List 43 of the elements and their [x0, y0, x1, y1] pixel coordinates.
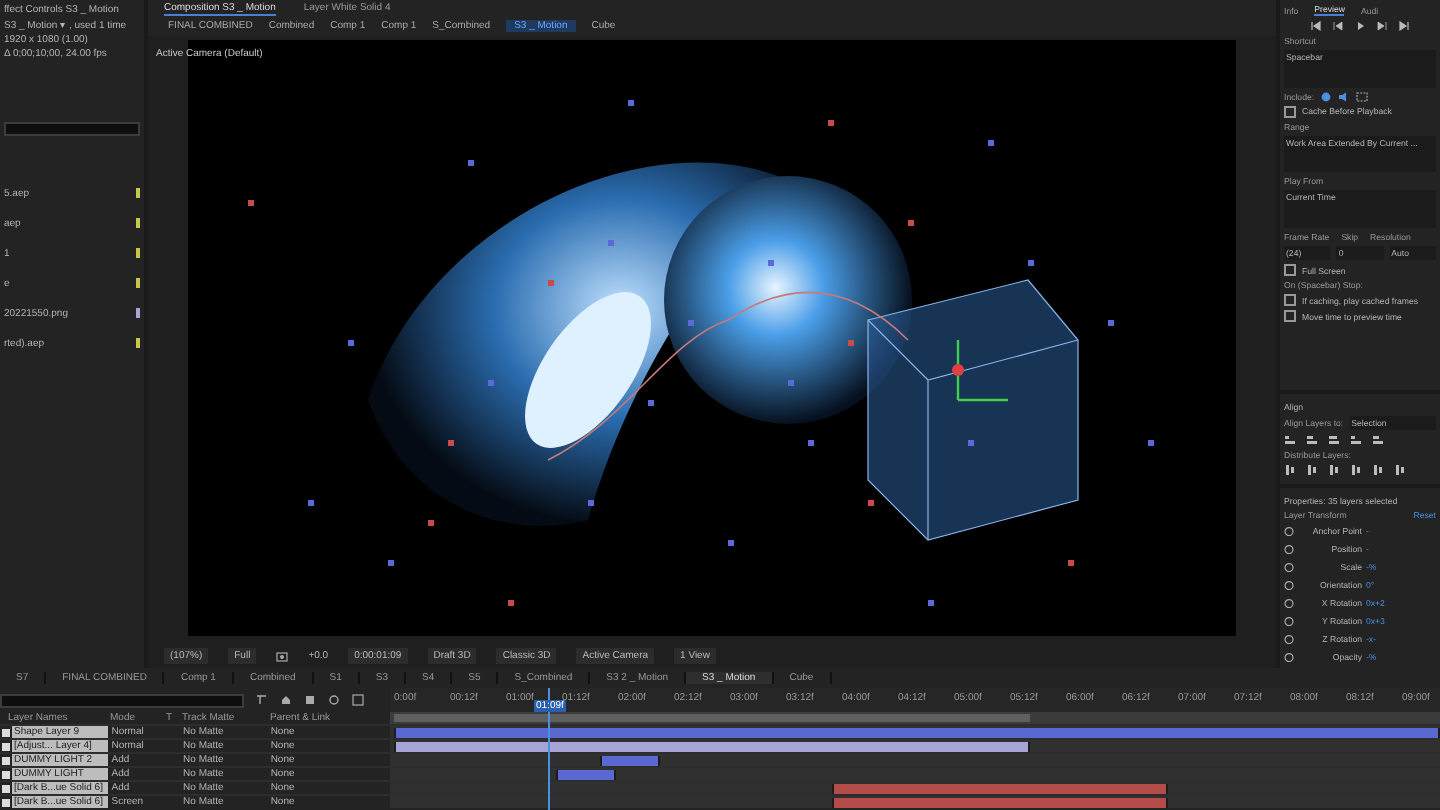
in-point-handle[interactable]: [831, 784, 833, 794]
out-point-handle[interactable]: [1028, 742, 1031, 752]
search-field[interactable]: [4, 122, 140, 136]
distribute-icon[interactable]: [1350, 464, 1362, 477]
checkbox[interactable]: [1284, 264, 1296, 277]
overlay-icon[interactable]: [1356, 91, 1369, 102]
in-point-handle[interactable]: [555, 770, 558, 780]
in-point-handle[interactable]: [394, 742, 397, 752]
layer-bar[interactable]: [600, 756, 660, 766]
align-icon[interactable]: [1306, 434, 1318, 447]
align-icon[interactable]: [1284, 434, 1296, 447]
out-point-handle[interactable]: [1165, 798, 1167, 808]
last-frame-icon[interactable]: [1398, 20, 1410, 32]
next-frame-icon[interactable]: [1376, 20, 1388, 32]
distribute-icon[interactable]: [1328, 464, 1340, 477]
out-point-handle[interactable]: [1165, 784, 1167, 794]
graph-editor-icon[interactable]: [352, 694, 364, 706]
motion-blur-icon[interactable]: [328, 694, 340, 706]
layer-bar[interactable]: [555, 770, 616, 780]
in-point-handle[interactable]: [600, 756, 602, 766]
distribute-icon[interactable]: [1284, 464, 1296, 477]
checkbox[interactable]: [1284, 105, 1296, 118]
first-frame-icon[interactable]: [1310, 20, 1322, 32]
checkbox[interactable]: [1284, 294, 1296, 307]
frame-blend-icon[interactable]: [304, 694, 316, 706]
distribute-icon[interactable]: [1372, 464, 1384, 477]
in-point-handle[interactable]: [394, 728, 397, 738]
camera-icon[interactable]: [276, 650, 289, 662]
play-icon[interactable]: [1354, 20, 1366, 32]
align-icon[interactable]: [1350, 434, 1362, 447]
shy-icon[interactable]: [280, 694, 292, 706]
out-point-handle[interactable]: [657, 756, 660, 766]
out-point-handle[interactable]: [1438, 728, 1440, 738]
draft-icon[interactable]: [256, 694, 268, 706]
out-point-handle[interactable]: [613, 770, 616, 780]
distribute-icon[interactable]: [1306, 464, 1318, 477]
in-point-handle[interactable]: [831, 798, 833, 808]
checkbox[interactable]: [1284, 310, 1296, 323]
align-icon[interactable]: [1328, 434, 1340, 447]
distribute-icon[interactable]: [1394, 464, 1406, 477]
previous-frame-icon[interactable]: [1332, 20, 1344, 32]
align-icon[interactable]: [1372, 434, 1384, 447]
search-field[interactable]: [0, 693, 244, 707]
